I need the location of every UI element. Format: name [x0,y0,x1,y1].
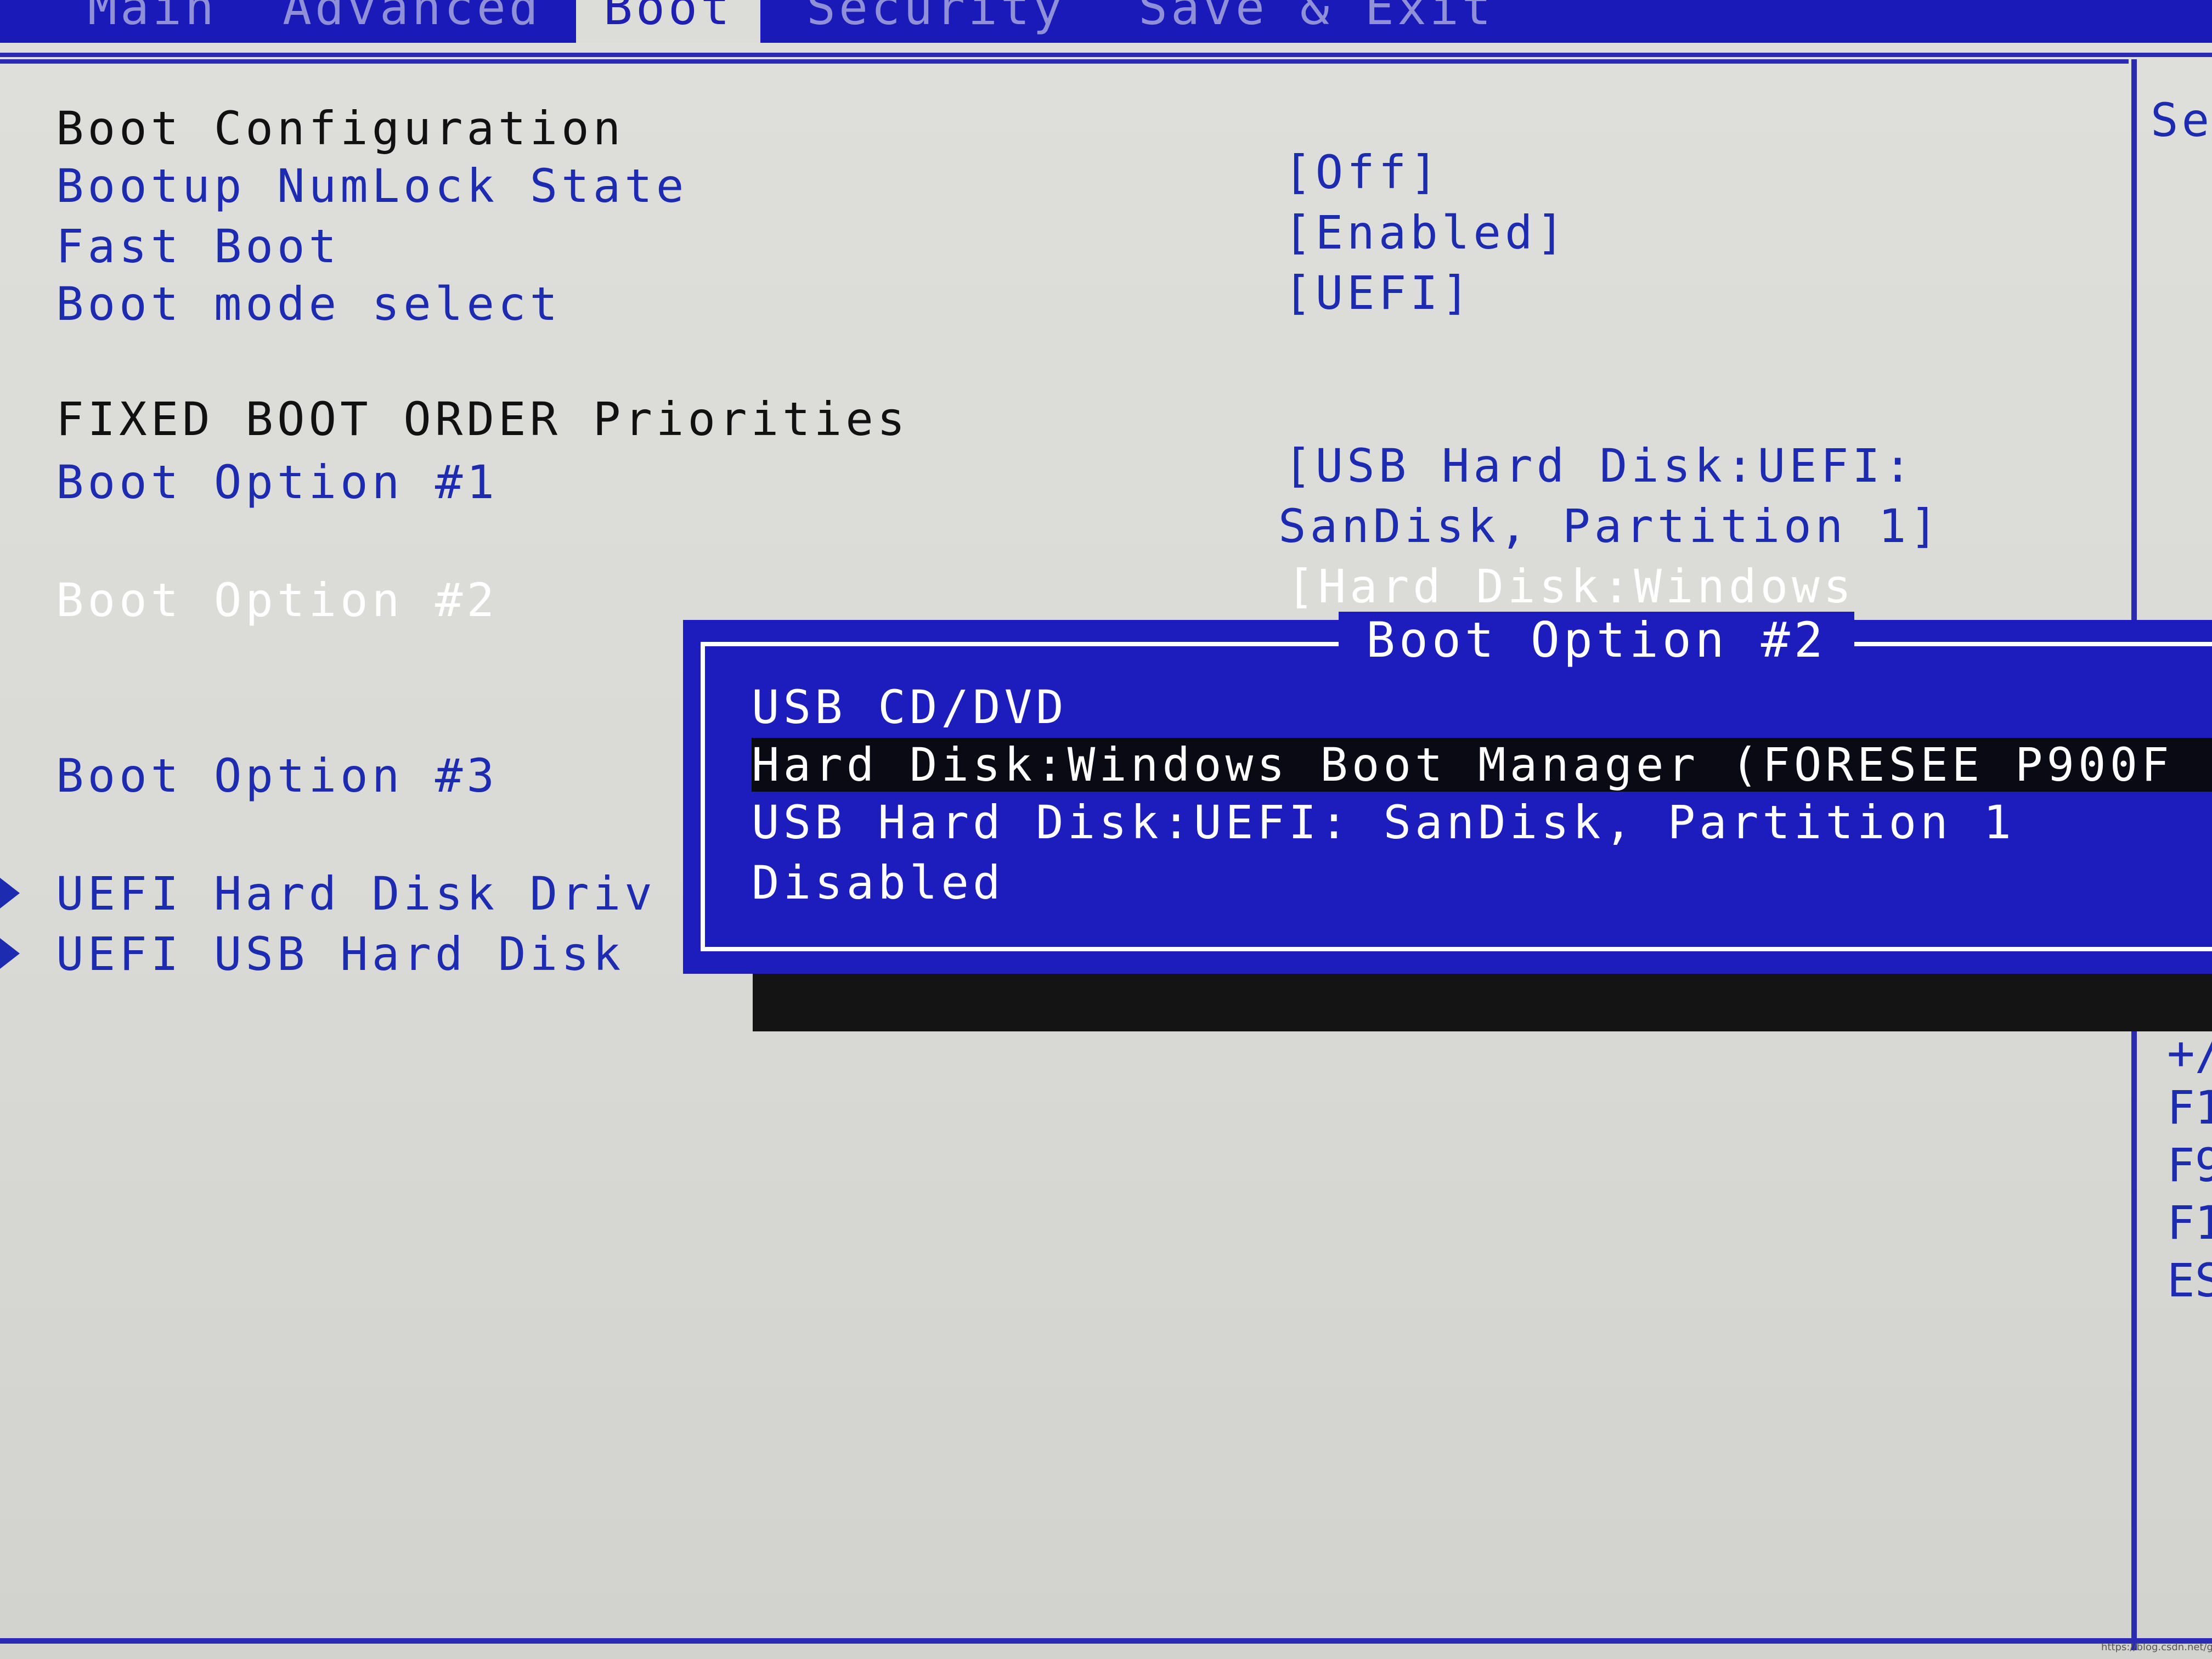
bootup-numlock-label[interactable]: Bootup NumLock State [56,159,687,213]
boot-mode-select-label[interactable]: Boot mode select [56,277,561,331]
boot-option-2-value-line1[interactable]: [Hard Disk:Windows [1286,560,1855,613]
help-key-general-help: F1 [2167,1081,2212,1135]
fast-boot-value[interactable]: [Enabled] [1284,206,1568,259]
tab-save-exit[interactable]: Save & Exit [1138,0,1494,36]
watermark: https://blog.csdn.net/gy... [2101,1641,2212,1653]
bios-screen: Main Advanced Boot Security Save & Exit … [0,0,2212,1659]
boot-option-1-value-line2[interactable]: SanDisk, Partition 1] [1278,499,1942,553]
boot-configuration-heading: Boot Configuration [56,101,625,155]
menu-divider [0,53,2212,57]
uefi-hard-disk-drives-submenu[interactable]: UEFI Hard Disk Driv [56,867,656,921]
boot-option-3-label[interactable]: Boot Option #3 [56,749,498,803]
tab-advanced[interactable]: Advanced [283,0,541,36]
boot-option-2-label[interactable]: Boot Option #2 [56,573,498,627]
popup-title: Boot Option #2 [1339,612,1854,668]
help-key-exit: ES [2167,1254,2212,1307]
fixed-boot-order-heading: FIXED BOOT ORDER Priorities [56,392,909,446]
help-key-optimized-defaults: F9 [2167,1138,2212,1192]
popup-option-usb-hard-disk-sandisk[interactable]: USB Hard Disk:UEFI: SanDisk, Partition 1 [752,795,2015,849]
boot-mode-select-value[interactable]: [UEFI] [1284,266,1473,320]
submenu-arrow-icon [0,878,20,909]
boot-option-1-label[interactable]: Boot Option #1 [56,455,498,509]
submenu-arrow-icon [0,938,20,969]
popup-option-disabled[interactable]: Disabled [752,856,1005,910]
tab-main[interactable]: Main [88,0,217,36]
popup-option-usb-cd-dvd[interactable]: USB CD/DVD [752,680,1068,734]
help-panel-title: Se [2151,93,2212,147]
menu-bar: Main Advanced Boot Security Save & Exit [0,0,2212,43]
popup-option-windows-boot-manager[interactable]: Hard Disk:Windows Boot Manager (FORESEE … [752,738,2212,792]
uefi-usb-hard-disk-submenu[interactable]: UEFI USB Hard Disk [56,927,624,981]
help-key-save-exit: F1 [2167,1196,2212,1250]
bottom-divider [0,1638,2212,1644]
tab-security[interactable]: Security [806,0,1065,36]
help-key-change-option: +/ [2167,1026,2212,1080]
tab-boot[interactable]: Boot [576,0,760,43]
bootup-numlock-value[interactable]: [Off] [1284,145,1442,199]
boot-option-1-value-line1[interactable]: [USB Hard Disk:UEFI: [1284,439,1915,493]
fast-boot-label[interactable]: Fast Boot [56,219,340,273]
